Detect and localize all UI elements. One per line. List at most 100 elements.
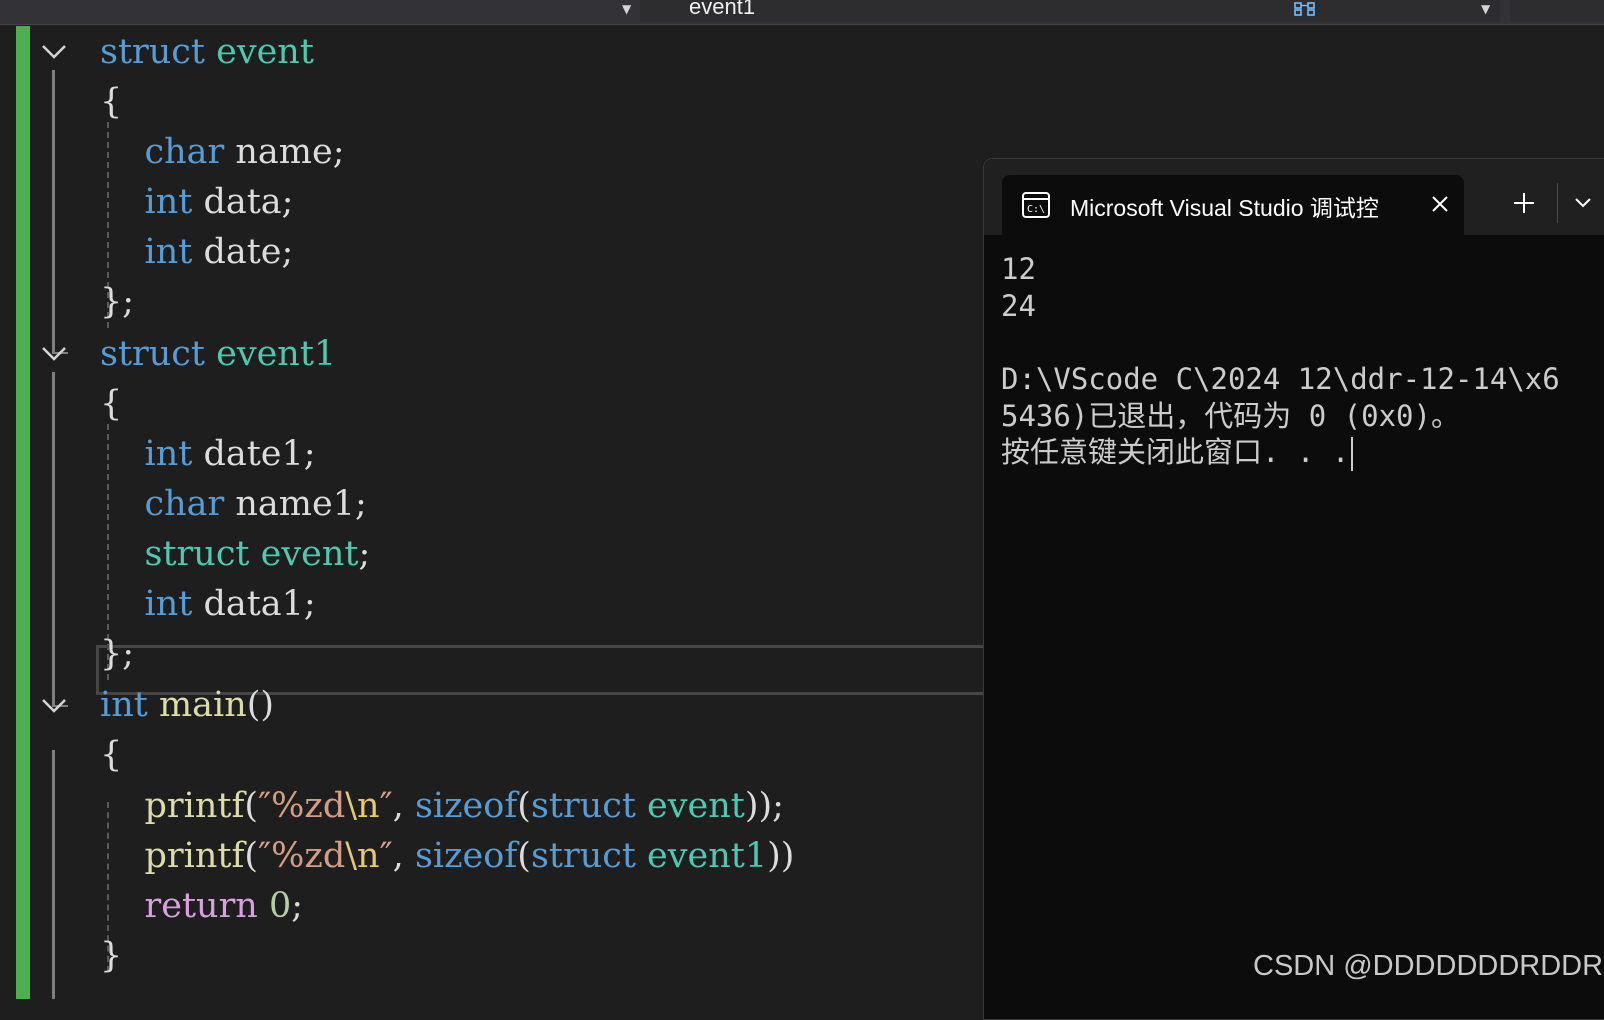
code-token: struct [100,334,205,374]
code-token: event1 [216,334,337,374]
code-token: data1; [192,584,316,624]
code-token: event [260,534,359,574]
code-token: name1; [224,484,367,524]
console-output-line: D:\VScode C\2024 12\ddr-12-14\x6 [1001,362,1560,396]
code-token: ; [291,886,304,926]
code-token: ″%zd [258,836,346,876]
code-token: ″%zd [258,786,346,826]
code-token: { [100,384,123,424]
fold-guide [52,70,55,354]
scope-dropdown-arrow-icon[interactable]: ▼ [622,2,631,16]
console-tab-strip: C:\ Microsoft Visual Studio 调试控 [984,159,1604,235]
code-token: date; [192,232,294,272]
code-token: ″ [379,836,393,876]
code-token: , [392,836,415,876]
code-line: int data; [100,177,294,227]
code-token: struct [100,32,205,72]
code-token: int [144,182,193,222]
terminal-icon: C:\ [1022,192,1050,218]
code-token: () [246,685,275,725]
code-token: struct [530,836,636,876]
code-token: struct [144,534,250,574]
collapse-chevron-icon[interactable] [40,343,68,363]
collapse-chevron-icon[interactable] [40,41,68,61]
code-token: , [392,786,415,826]
code-token: int [144,232,193,272]
code-line: { [100,77,122,127]
code-token: main [158,685,247,725]
code-token: printf [144,836,245,876]
svg-text:C:\: C:\ [1027,204,1045,215]
code-line: } [100,931,122,981]
code-token: { [100,82,123,122]
code-token: \n [345,786,380,826]
code-token: )); [744,786,784,826]
close-icon[interactable] [1430,194,1450,214]
console-tab-title: Microsoft Visual Studio 调试控 [1070,195,1379,221]
chevron-down-icon[interactable] [1574,197,1592,209]
console-prompt-line: 按任意键关闭此窗口. . . [1001,434,1354,471]
plus-icon[interactable] [1512,191,1536,215]
code-line: char name; [100,127,345,177]
code-line: char name1; [100,479,367,529]
code-line: return 0; [100,881,304,931]
code-token: }; [100,634,135,674]
code-token: 0 [268,886,292,926]
text-cursor [1351,437,1354,471]
fold-guide [52,372,55,707]
console-output-line: 5436)已退出，代码为 0 (0x0)。 [1001,399,1460,433]
chevron-down-icon[interactable]: ▼ [1481,2,1490,16]
code-token: ( [517,836,531,876]
code-line: printf(″%zd\n″, sizeof(struct event)); [100,781,784,831]
code-line: struct event; [100,529,371,579]
navigation-bar: ▼ event1 ▼ [0,0,1604,25]
code-token: int [100,685,148,725]
code-token: date1; [192,434,316,474]
code-token: \n [345,836,380,876]
code-line: { [100,379,122,429]
code-line: int date1; [100,429,316,479]
code-token: event [216,32,314,72]
code-line: { [100,730,122,780]
code-line: printf(″%zd\n″, sizeof(struct event1)) [100,831,795,881]
watermark: CSDN @DDDDDDDRDDR [1253,950,1604,982]
code-token: sizeof [414,786,518,826]
code-token: }; [100,282,135,322]
console-output-line: 12 [1001,252,1036,286]
code-line: int data1; [100,579,316,629]
code-token: ; [358,534,371,574]
code-token: { [100,735,123,775]
code-token: int [144,584,193,624]
collapse-chevron-icon[interactable] [40,695,68,715]
console-tab[interactable]: C:\ Microsoft Visual Studio 调试控 [1002,175,1464,235]
code-token: )) [767,836,795,876]
code-line: }; [100,277,134,327]
member-dropdown[interactable] [640,0,1500,22]
code-line: int date; [100,227,294,277]
code-token: char [144,484,225,524]
console-output-line: 24 [1001,289,1036,323]
code-token: ( [517,786,531,826]
code-token: char [144,132,225,172]
code-token: event [647,786,745,826]
code-token: sizeof [414,836,518,876]
code-token: name; [224,132,345,172]
code-token: printf [144,786,245,826]
code-token: } [100,936,123,976]
debug-console-window[interactable]: C:\ Microsoft Visual Studio 调试控 12 24 D:… [983,158,1604,1020]
